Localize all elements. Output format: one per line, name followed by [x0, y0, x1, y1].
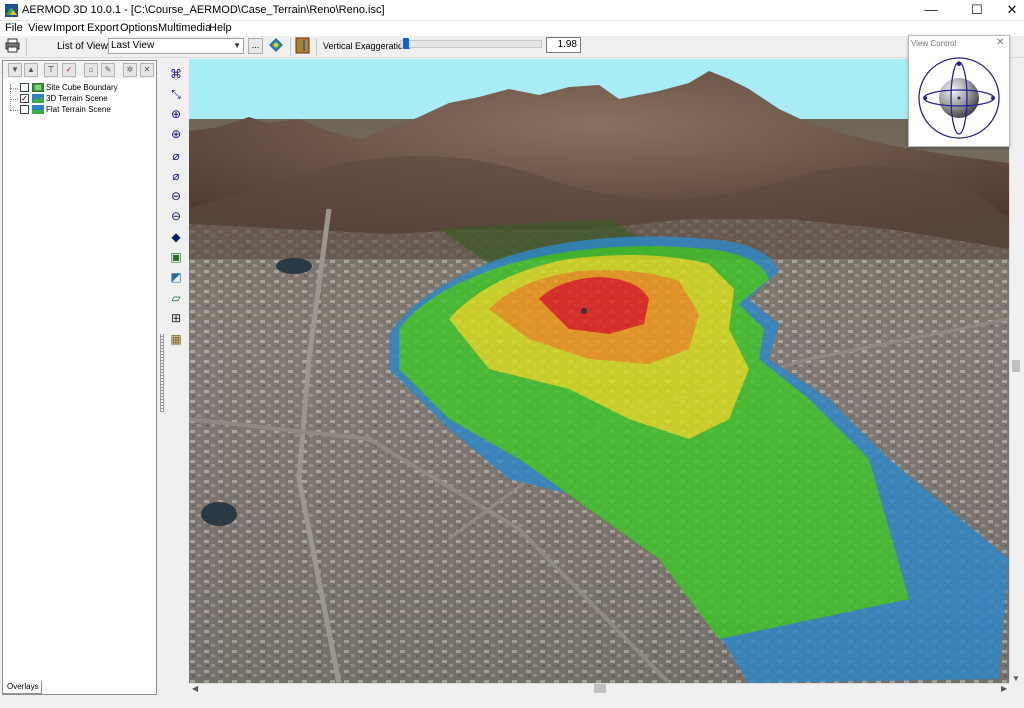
vertical-exaggeration-input[interactable]: 1.98 — [546, 37, 581, 53]
rotate-y-reverse-icon[interactable]: ⌀ — [168, 168, 184, 184]
terrain-3d-icon — [32, 94, 44, 103]
rotate-z-reverse-icon[interactable]: ⊖ — [168, 208, 184, 224]
layer-properties-icon[interactable]: ⊤ — [44, 63, 58, 77]
layer-tree-panel — [2, 60, 157, 695]
layer-check-icon[interactable]: ✓ — [62, 63, 76, 77]
layer-label: 3D Terrain Scene — [46, 94, 108, 103]
3d-viewport[interactable] — [189, 59, 1009, 683]
view-control-close-button[interactable]: ✕ — [996, 37, 1004, 48]
layer-label: Site Cube Boundary — [46, 83, 118, 92]
menu-file[interactable]: File — [5, 22, 23, 34]
zoom-extents-icon[interactable]: ⌘ — [168, 66, 184, 82]
fit-view-icon[interactable]: ⤡ — [168, 86, 184, 102]
iso-view-icon[interactable]: ◩ — [168, 269, 184, 285]
menu-export[interactable]: Export — [87, 22, 119, 34]
menu-import[interactable]: Import — [53, 22, 84, 34]
layer-checkbox[interactable] — [20, 105, 29, 114]
printer-icon[interactable] — [5, 38, 20, 53]
vertical-scroll-thumb[interactable] — [1012, 360, 1020, 372]
layer-settings-icon[interactable]: ✲ — [123, 63, 137, 77]
terrain-flat-icon — [32, 105, 44, 114]
layer-delete-icon[interactable]: ✕ — [140, 63, 154, 77]
vertical-exaggeration-slider[interactable] — [400, 40, 542, 48]
horizontal-scroll-thumb[interactable] — [594, 684, 606, 693]
status-bar — [0, 695, 1024, 708]
layer-plane-icon[interactable]: ▱ — [168, 290, 184, 306]
toolbar-separator — [26, 38, 27, 56]
move-up-icon[interactable]: ▲ — [24, 63, 38, 77]
list-of-views-value: Last View — [111, 40, 155, 51]
orientation-sphere-icon[interactable] — [916, 55, 1002, 141]
rotate-z-icon[interactable]: ⊖ — [168, 188, 184, 204]
rotate-x-icon[interactable]: ⊕ — [168, 106, 184, 122]
layer-edit-icon[interactable]: ✎ — [101, 63, 115, 77]
panel-splitter[interactable] — [160, 334, 164, 412]
browse-views-button[interactable]: ... — [248, 38, 263, 54]
aermod-app-icon — [5, 4, 18, 17]
move-down-icon[interactable]: ▼ — [8, 63, 22, 77]
solid-view-icon[interactable]: ◆ — [168, 229, 184, 245]
tab-overlays[interactable]: Overlays — [2, 681, 42, 694]
list-of-views-label: List of Views: — [57, 41, 116, 52]
menu-view[interactable]: View — [28, 22, 52, 34]
layer-lock-icon[interactable]: ⌂ — [84, 63, 98, 77]
terrain-scene — [189, 59, 1009, 683]
window-title: AERMOD 3D 10.0.1 - [C:\Course_AERMOD\Cas… — [22, 4, 385, 16]
layer-checkbox[interactable] — [20, 83, 29, 92]
menu-help[interactable]: Help — [209, 22, 232, 34]
rotate-x-reverse-icon[interactable]: ⊕ — [168, 126, 184, 142]
maximize-button[interactable]: ☐ — [954, 0, 1000, 21]
globe-view-icon[interactable] — [268, 37, 284, 53]
minimize-button[interactable]: — — [908, 0, 954, 21]
toolbar-separator — [290, 38, 291, 56]
menu-options[interactable]: Options — [120, 22, 158, 34]
rotate-y-icon[interactable]: ⌀ — [168, 148, 184, 164]
layer-label: Flat Terrain Scene — [46, 105, 111, 114]
grid-texture-icon[interactable]: ▦ — [168, 331, 184, 347]
vertical-exaggeration-label: Vertical Exaggeration: — [323, 41, 411, 51]
menu-multimedia[interactable]: Multimedia — [158, 22, 211, 34]
plan-view-icon[interactable]: ▣ — [168, 249, 184, 265]
book-icon[interactable] — [294, 37, 311, 54]
site-cube-icon — [32, 83, 44, 92]
list-of-views-select[interactable]: Last View ▼ — [108, 38, 244, 54]
scroll-down-icon[interactable]: ▼ — [1012, 674, 1020, 683]
view-control-title: View Control — [911, 39, 957, 48]
vertical-exaggeration-slider-thumb[interactable] — [402, 38, 409, 49]
chevron-down-icon: ▼ — [233, 41, 241, 50]
close-button[interactable]: ✕ — [1000, 0, 1024, 21]
layer-checkbox[interactable]: ✓ — [20, 94, 29, 103]
axis-3d-icon[interactable]: ⊞ — [168, 310, 184, 326]
scroll-right-icon[interactable]: ▶ — [1001, 684, 1007, 693]
scroll-left-icon[interactable]: ◀ — [192, 684, 198, 693]
toolbar-separator — [316, 38, 317, 56]
